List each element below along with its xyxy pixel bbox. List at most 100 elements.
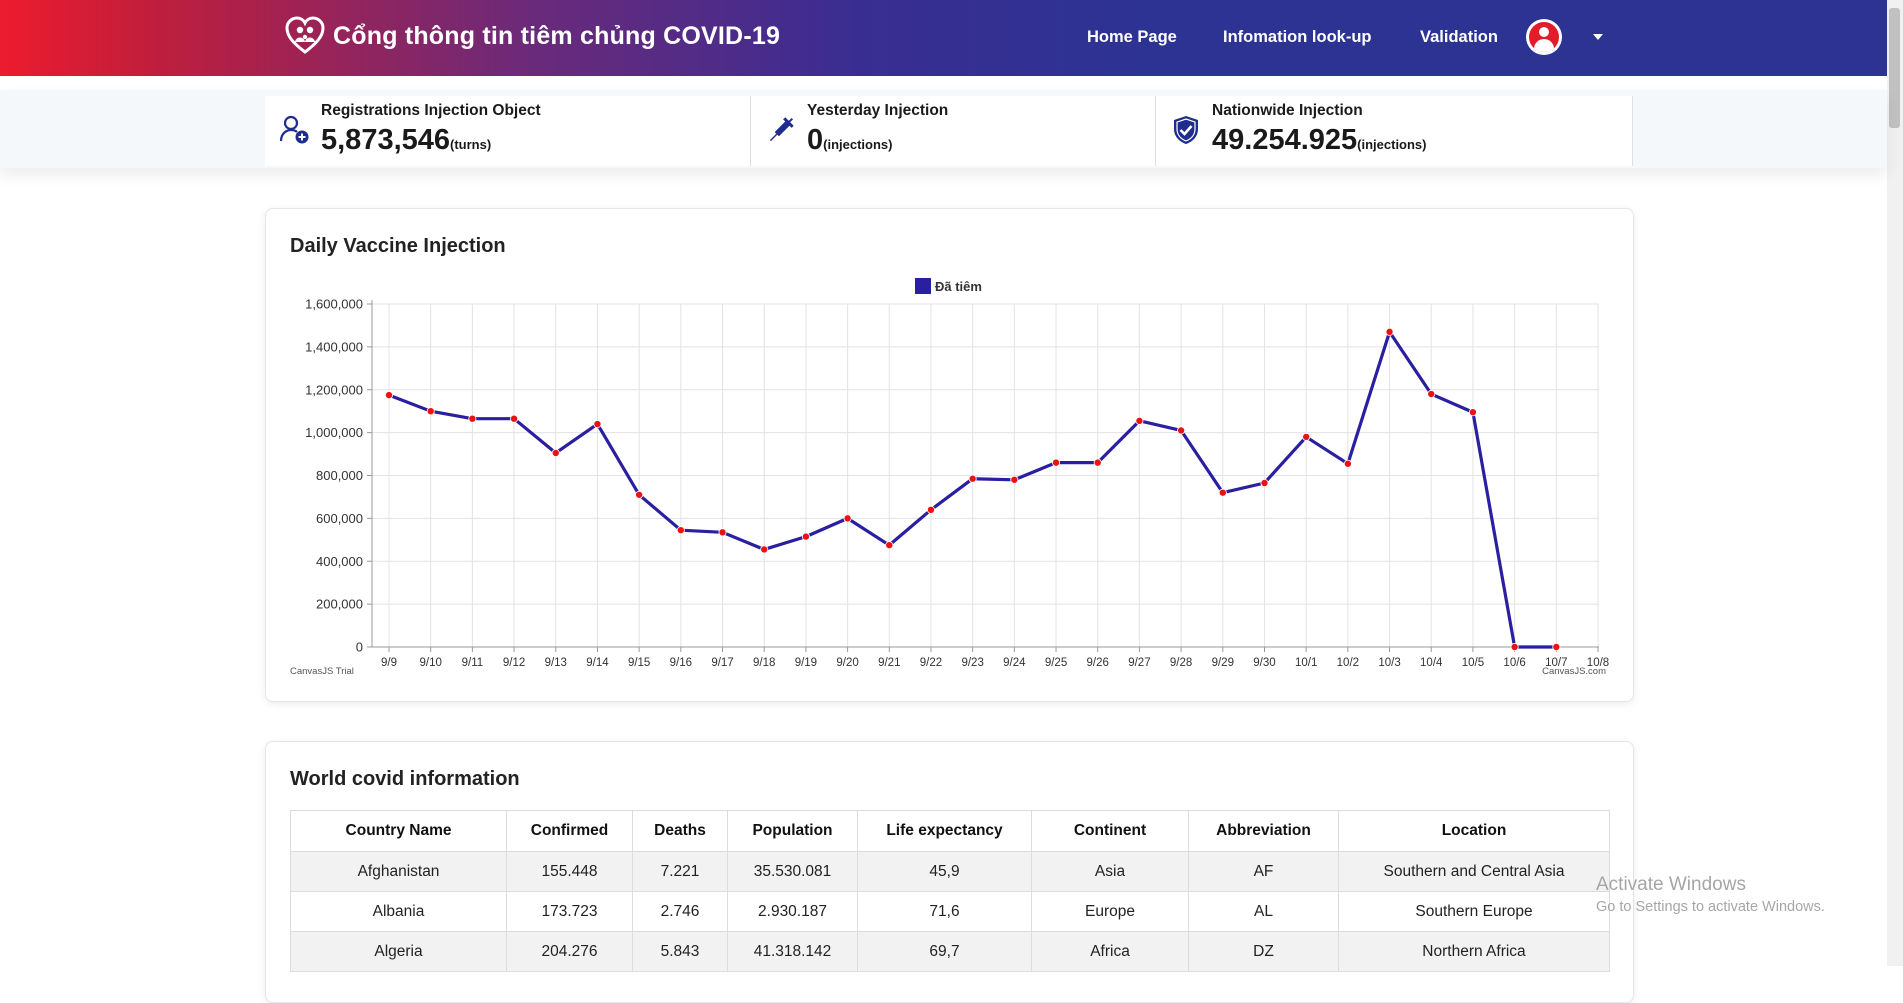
windows-activation-title: Activate Windows xyxy=(1596,874,1746,895)
daily-vaccine-chart[interactable]: 0 200,000 400,000 600,000 800,000 1,000,000 1,… xyxy=(266,209,1633,701)
data-point xyxy=(885,541,894,550)
x-tick-label: 10/3 xyxy=(1378,657,1400,669)
data-point xyxy=(1177,426,1186,435)
y-tick-label: 800,000 xyxy=(316,468,363,483)
x-tick-label: 9/11 xyxy=(462,657,484,669)
table-cell: Southern Europe xyxy=(1338,891,1610,932)
data-point xyxy=(1510,642,1519,651)
table-title: World covid information xyxy=(290,768,520,790)
data-point xyxy=(1093,458,1102,467)
data-point xyxy=(1427,390,1436,399)
x-tick-label: 9/26 xyxy=(1087,657,1109,669)
x-tick-label: 9/17 xyxy=(711,657,733,669)
nav-validation[interactable]: Validation xyxy=(1420,28,1498,47)
table-cell: Southern and Central Asia xyxy=(1338,851,1610,892)
shield-check-icon xyxy=(1174,116,1198,144)
data-point xyxy=(1552,642,1561,651)
x-tick-label: 9/29 xyxy=(1212,657,1234,669)
table-cell: 71,6 xyxy=(857,891,1032,932)
table-row[interactable]: Albania 173.723 2.746 2.930.187 71,6 Eur… xyxy=(290,891,1610,932)
x-tick-label: 9/21 xyxy=(878,657,900,669)
table-row[interactable]: Afghanistan 155.448 7.221 35.530.081 45,… xyxy=(290,851,1610,892)
y-tick-label: 200,000 xyxy=(316,597,363,612)
legend-label: Đã tiêm xyxy=(935,279,982,294)
nav-information-look-up[interactable]: Infomation look-up xyxy=(1223,28,1371,47)
data-point xyxy=(1302,432,1311,441)
brand-title: Cổng thông tin tiêm chủng COVID-19 xyxy=(333,21,781,50)
stat-title: Registrations Injection Object xyxy=(321,102,541,119)
canvasjs-trial-label: CanvasJS Trial xyxy=(290,666,354,677)
stat-nationwide: Nationwide Injection 49.254.925(injectio… xyxy=(1156,96,1632,166)
table-cell: Albania xyxy=(290,891,507,932)
heart-family-logo-icon xyxy=(285,16,325,54)
x-tick-label: 9/23 xyxy=(961,657,983,669)
data-point xyxy=(510,414,519,423)
chart-legend[interactable]: Đã tiêm xyxy=(915,278,982,294)
table-cell: 155.448 xyxy=(506,851,633,892)
data-point xyxy=(1343,459,1352,468)
table-cell: 45,9 xyxy=(857,851,1032,892)
column-header[interactable]: Abbreviation xyxy=(1188,810,1339,852)
table-cell: AL xyxy=(1188,891,1339,932)
column-header[interactable]: Country Name xyxy=(290,810,507,852)
y-tick-label: 1,200,000 xyxy=(305,382,363,397)
x-tick-label: 10/5 xyxy=(1462,657,1484,669)
x-tick-label: 10/1 xyxy=(1295,657,1317,669)
canvasjs-credit-link[interactable]: CanvasJS.com xyxy=(1542,666,1606,677)
data-point xyxy=(385,391,394,400)
column-header[interactable]: Continent xyxy=(1031,810,1189,852)
caret-down-icon[interactable] xyxy=(1593,34,1603,40)
table-cell: 2.930.187 xyxy=(727,891,858,932)
data-point xyxy=(1468,408,1477,417)
table-cell: Asia xyxy=(1031,851,1189,892)
x-tick-label: 10/2 xyxy=(1337,657,1359,669)
stat-title: Yesterday Injection xyxy=(807,102,949,119)
column-header[interactable]: Location xyxy=(1338,810,1610,852)
data-point xyxy=(1260,479,1269,488)
scrollbar-thumb[interactable] xyxy=(1889,8,1900,128)
x-tick-label: 9/28 xyxy=(1170,657,1192,669)
data-point xyxy=(676,526,685,535)
data-point xyxy=(1010,475,1019,484)
data-point xyxy=(801,532,810,541)
x-tick-label: 9/18 xyxy=(753,657,775,669)
x-tick-label: 9/25 xyxy=(1045,657,1067,669)
column-header[interactable]: Deaths xyxy=(632,810,728,852)
data-point xyxy=(468,414,477,423)
stat-yesterday: Yesterday Injection 0(injections) xyxy=(751,96,1155,166)
stat-number: 5,873,546 xyxy=(321,124,451,156)
table-header-row: Country Name Confirmed Deaths Population… xyxy=(290,810,1610,852)
x-tick-label: 9/16 xyxy=(670,657,692,669)
scrollbar-track[interactable] xyxy=(1887,0,1903,966)
stat-unit: (turns) xyxy=(450,137,492,152)
data-point xyxy=(843,514,852,523)
data-point xyxy=(1135,416,1144,425)
stat-value: 49.254.925(injections) xyxy=(1212,124,1427,157)
x-tick-label: 9/10 xyxy=(419,657,441,669)
table-cell: Afghanistan xyxy=(290,851,507,892)
x-tick-label: 10/4 xyxy=(1420,657,1443,669)
data-point xyxy=(1385,327,1394,336)
data-point xyxy=(551,448,560,457)
x-tick-label: 9/30 xyxy=(1253,657,1275,669)
column-header[interactable]: Confirmed xyxy=(506,810,633,852)
column-header[interactable]: Life expectancy xyxy=(857,810,1032,852)
user-avatar-icon[interactable] xyxy=(1526,19,1562,55)
data-point xyxy=(593,420,602,429)
table-cell: Europe xyxy=(1031,891,1189,932)
nav-home-page[interactable]: Home Page xyxy=(1087,28,1177,47)
y-tick-label: 1,400,000 xyxy=(305,339,363,354)
column-header[interactable]: Population xyxy=(727,810,858,852)
syringe-icon xyxy=(769,117,794,142)
top-navbar: Cổng thông tin tiêm chủng COVID-19 Home … xyxy=(0,0,1903,76)
table-cell: 173.723 xyxy=(506,891,633,932)
brand[interactable]: Cổng thông tin tiêm chủng COVID-19 xyxy=(285,16,780,56)
table-cell: 7.221 xyxy=(632,851,728,892)
x-tick-label: 9/22 xyxy=(920,657,942,669)
x-tick-label: 9/20 xyxy=(836,657,858,669)
y-tick-label: 1,600,000 xyxy=(305,297,363,312)
x-tick-label: 9/12 xyxy=(503,657,525,669)
table-cell: 35.530.081 xyxy=(727,851,858,892)
data-point xyxy=(926,505,935,514)
y-tick-label: 600,000 xyxy=(316,511,363,526)
